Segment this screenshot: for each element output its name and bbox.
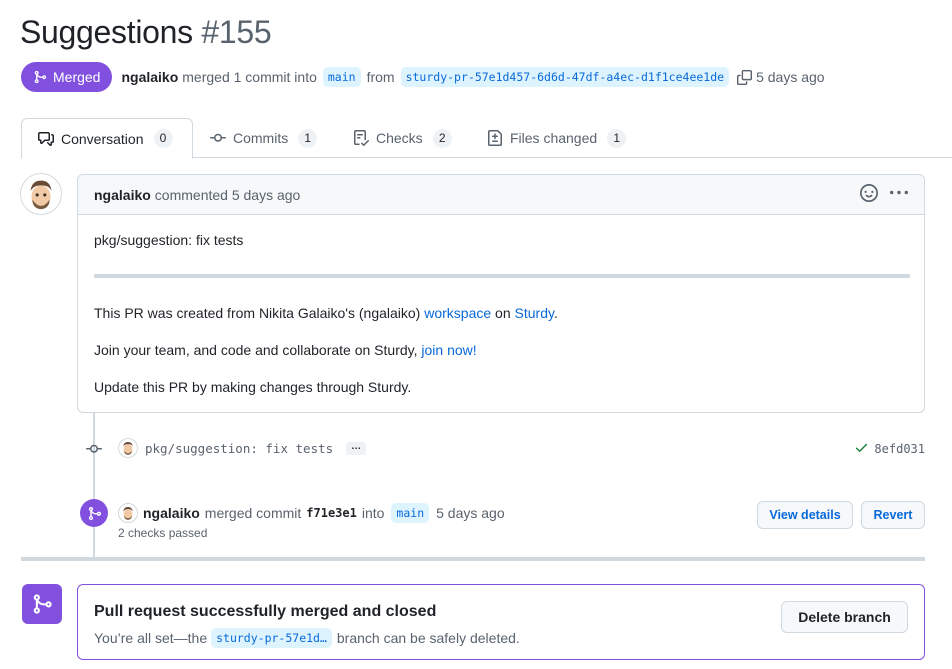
tab-checks-label: Checks [376,130,423,146]
comment-line-title: pkg/suggestion: fix tests [94,232,244,248]
merge-event-icon [80,499,108,527]
comment-action: commented 5 days ago [154,186,301,203]
merge-author[interactable]: ngalaiko [143,505,200,521]
tab-files-changed-label: Files changed [510,130,598,146]
commit-message-group: pkg/suggestion: fix tests … [118,438,367,458]
comment-line-update: Update this PR by making changes through… [94,379,412,395]
merged-state-badge: Merged [21,62,113,92]
tab-commits[interactable]: Commits 1 [194,118,333,158]
merged-sub-suffix: branch can be safely deleted. [336,630,520,646]
merge-base-branch[interactable]: main [391,503,430,523]
join-text: Join your team, and code and collaborate… [94,342,418,358]
state-label: Merged [53,69,101,85]
delete-branch-button[interactable]: Delete branch [781,601,908,633]
tab-files-changed-count: 1 [607,128,627,148]
merge-icon [88,506,101,520]
merge-text: merged commit [204,505,302,521]
period-text: . [553,305,558,321]
pr-number: #155 [201,14,272,50]
merged-subtitle: You’re all set—the sturdy-pr-57e1d… bran… [94,628,520,648]
tab-commits-label: Commits [233,130,289,146]
pr-meta: Merged ngalaiko merged 1 commit into mai… [21,62,825,92]
avatar[interactable] [118,438,138,458]
smiley-icon[interactable] [860,184,878,205]
check-icon[interactable] [854,440,869,458]
tab-commits-count: 1 [298,128,318,148]
base-branch[interactable]: main [322,67,361,87]
pr-tabs: Conversation 0 Commits 1 Checks 2 Files … [21,118,952,159]
tab-conversation-label: Conversation [61,130,144,147]
commit-sha-link[interactable]: 8efd031 [874,442,925,456]
comment-line-created: This PR was created from Nikita Galaiko'… [94,305,558,321]
merged-status-icon [22,584,62,624]
into-text: into [361,505,385,521]
timeline-line [93,412,95,558]
merged-sub-prefix: You’re all set—the [94,630,208,646]
tab-checks-count: 2 [432,128,452,148]
kebab-menu-icon[interactable] [890,184,908,205]
commit-row: pkg/suggestion: fix tests … 8efd031 [80,436,925,460]
timeline-divider [21,557,925,561]
checklist-icon [354,130,369,146]
head-branch[interactable]: sturdy-pr-57e1d457-6d6d-47df-a4ec-d1f1ce… [400,67,730,87]
comment-divider [94,274,910,278]
comment-author[interactable]: ngalaiko [94,187,151,203]
pr-title: Suggestions [20,14,193,50]
tab-files-changed[interactable]: Files changed 1 [471,118,642,158]
workspace-link[interactable]: workspace [424,305,491,321]
commit-message-link[interactable]: pkg/suggestion: fix tests [145,441,333,456]
merged-text: merged 1 commit into [182,69,317,85]
comment-discussion-icon [38,131,54,146]
author-link[interactable]: ngalaiko [121,69,178,85]
avatar[interactable] [20,173,62,215]
merge-commit-sha[interactable]: f71e3e1 [306,506,357,520]
merge-icon [34,70,47,84]
git-commit-icon [210,133,226,142]
copy-icon[interactable] [737,69,753,85]
created-text: This PR was created from Nikita Galaiko'… [94,305,421,321]
merged-status-box: Pull request successfully merged and clo… [77,584,925,660]
avatar[interactable] [118,503,138,523]
tab-conversation[interactable]: Conversation 0 [21,118,193,159]
join-now-link[interactable]: join now! [421,342,476,358]
merge-time: 5 days ago [436,505,505,521]
sturdy-link[interactable]: Sturdy [515,305,554,321]
merge-event: ngalaiko merged commit f71e3e1 into main… [118,503,505,523]
commit-status: 8efd031 [854,440,925,458]
view-details-button[interactable]: View details [757,501,853,529]
on-text: on [495,305,511,321]
revert-button[interactable]: Revert [861,501,925,529]
git-commit-icon [86,441,102,460]
tab-checks[interactable]: Checks 2 [337,118,468,158]
from-text: from [366,69,395,85]
expand-commit-button[interactable]: … [346,441,367,455]
merged-branch[interactable]: sturdy-pr-57e1d… [211,628,332,648]
merge-icon [33,594,52,614]
checks-passed-text[interactable]: 2 checks passed [118,526,207,540]
comment-header: ngalaiko commented 5 days ago [78,175,924,215]
file-diff-icon [488,130,502,146]
comment-line-join: Join your team, and code and collaborate… [94,342,477,358]
page-title: Suggestions #155 [20,14,272,51]
tab-conversation-count: 0 [153,129,173,148]
merged-time: 5 days ago [756,69,825,85]
comment-card: ngalaiko commented 5 days ago pkg/sugges… [77,174,925,413]
merged-title: Pull request successfully merged and clo… [94,603,437,620]
